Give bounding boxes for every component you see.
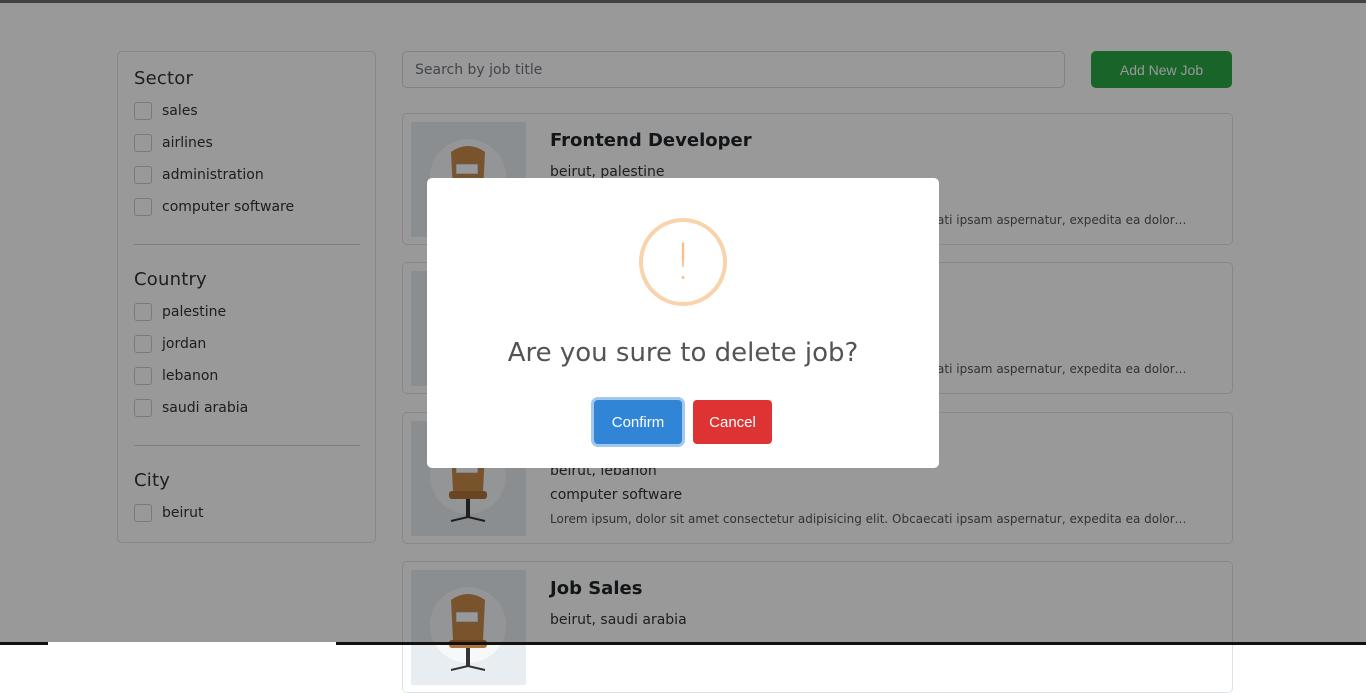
warning-icon: ! [639,218,727,306]
confirm-button[interactable]: Confirm [594,400,682,444]
warning-icon-glyph: ! [672,233,694,291]
cancel-button[interactable]: Cancel [693,400,772,444]
delete-confirm-dialog: ! Are you sure to delete job? Confirm Ca… [427,178,939,468]
dialog-title: Are you sure to delete job? [507,338,859,368]
